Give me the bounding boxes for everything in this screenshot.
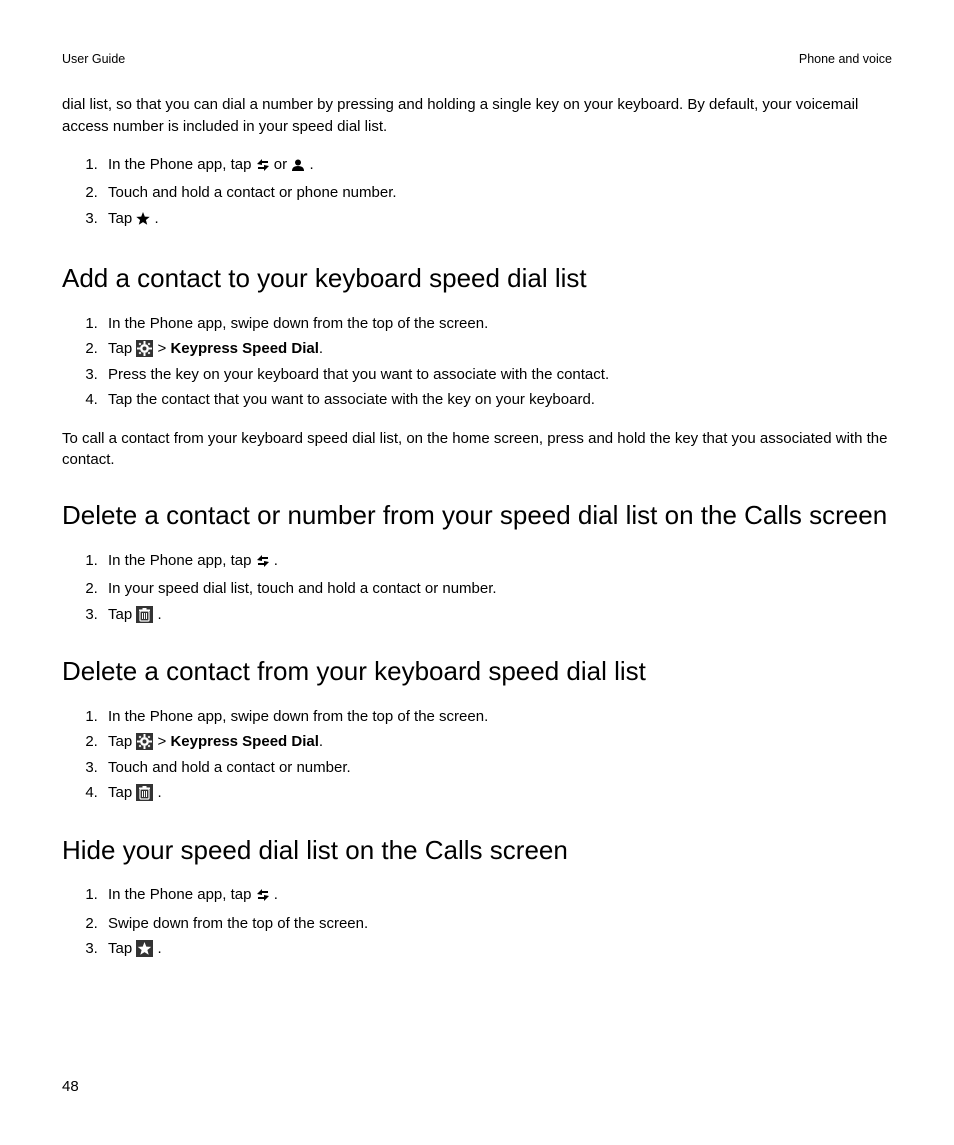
step-text: .	[158, 784, 162, 801]
list-item: Tap > Keypress Speed Dial.	[102, 729, 892, 755]
step-text: Tap	[108, 606, 136, 623]
step-text: .	[319, 340, 323, 357]
list-item: Tap the contact that you want to associa…	[102, 387, 892, 413]
list-item: Tap > Keypress Speed Dial.	[102, 336, 892, 362]
list-item: Tap .	[102, 602, 892, 628]
menu-path-label: Keypress Speed Dial	[170, 733, 318, 750]
header-right: Phone and voice	[799, 52, 892, 66]
steps-list-sec3: In the Phone app, swipe down from the to…	[62, 704, 892, 806]
header-left: User Guide	[62, 52, 125, 66]
step-text: In the Phone app, tap	[108, 886, 256, 903]
heading-add-keyboard-speed-dial: Add a contact to your keyboard speed dia…	[62, 262, 892, 295]
heading-delete-from-calls: Delete a contact or number from your spe…	[62, 499, 892, 532]
list-item: In the Phone app, tap .	[102, 882, 892, 911]
star-box-icon	[136, 940, 153, 957]
step-text: Tap	[108, 733, 136, 750]
page-header: User Guide Phone and voice	[62, 52, 892, 66]
calls-icon	[256, 155, 270, 181]
step-text: >	[158, 340, 171, 357]
list-item: In your speed dial list, touch and hold …	[102, 576, 892, 602]
list-item: Tap .	[102, 936, 892, 962]
step-text: In the Phone app, tap	[108, 156, 256, 173]
calls-icon	[256, 885, 270, 911]
step-text: .	[274, 886, 278, 903]
step-text: Tap	[108, 340, 136, 357]
list-item: Press the key on your keyboard that you …	[102, 362, 892, 388]
page-number: 48	[62, 1078, 79, 1095]
step-text: In the Phone app, tap	[108, 552, 256, 569]
step-text: or	[274, 156, 292, 173]
intro-paragraph: dial list, so that you can dial a number…	[62, 94, 892, 138]
steps-list-sec2: In the Phone app, tap . In your speed di…	[62, 548, 892, 628]
menu-path-label: Keypress Speed Dial	[170, 340, 318, 357]
heading-delete-keyboard-speed-dial: Delete a contact from your keyboard spee…	[62, 655, 892, 688]
step-text: Tap	[108, 210, 136, 227]
list-item: In the Phone app, tap or .	[102, 152, 892, 181]
list-item: Touch and hold a contact or phone number…	[102, 180, 892, 206]
calls-icon	[256, 551, 270, 577]
trash-icon	[136, 784, 153, 801]
section-after-text: To call a contact from your keyboard spe…	[62, 428, 892, 472]
step-text: Tap	[108, 784, 136, 801]
trash-icon	[136, 606, 153, 623]
step-text: .	[158, 606, 162, 623]
steps-list-intro: In the Phone app, tap or . Touch and hol…	[62, 152, 892, 235]
page: User Guide Phone and voice dial list, so…	[0, 0, 954, 1145]
list-item: Swipe down from the top of the screen.	[102, 911, 892, 937]
list-item: Tap .	[102, 206, 892, 235]
steps-list-sec4: In the Phone app, tap . Swipe down from …	[62, 882, 892, 962]
step-text: .	[158, 940, 162, 957]
list-item: Touch and hold a contact or number.	[102, 755, 892, 781]
step-text: .	[319, 733, 323, 750]
step-text: .	[155, 210, 159, 227]
step-text: >	[158, 733, 171, 750]
list-item: In the Phone app, tap .	[102, 548, 892, 577]
list-item: In the Phone app, swipe down from the to…	[102, 311, 892, 337]
settings-icon	[136, 340, 153, 357]
heading-hide-speed-dial: Hide your speed dial list on the Calls s…	[62, 834, 892, 867]
list-item: In the Phone app, swipe down from the to…	[102, 704, 892, 730]
step-text: .	[309, 156, 313, 173]
steps-list-sec1: In the Phone app, swipe down from the to…	[62, 311, 892, 413]
star-icon	[136, 209, 150, 235]
settings-icon	[136, 733, 153, 750]
list-item: Tap .	[102, 780, 892, 806]
step-text: .	[274, 552, 278, 569]
step-text: Tap	[108, 940, 136, 957]
contact-icon	[291, 155, 305, 181]
